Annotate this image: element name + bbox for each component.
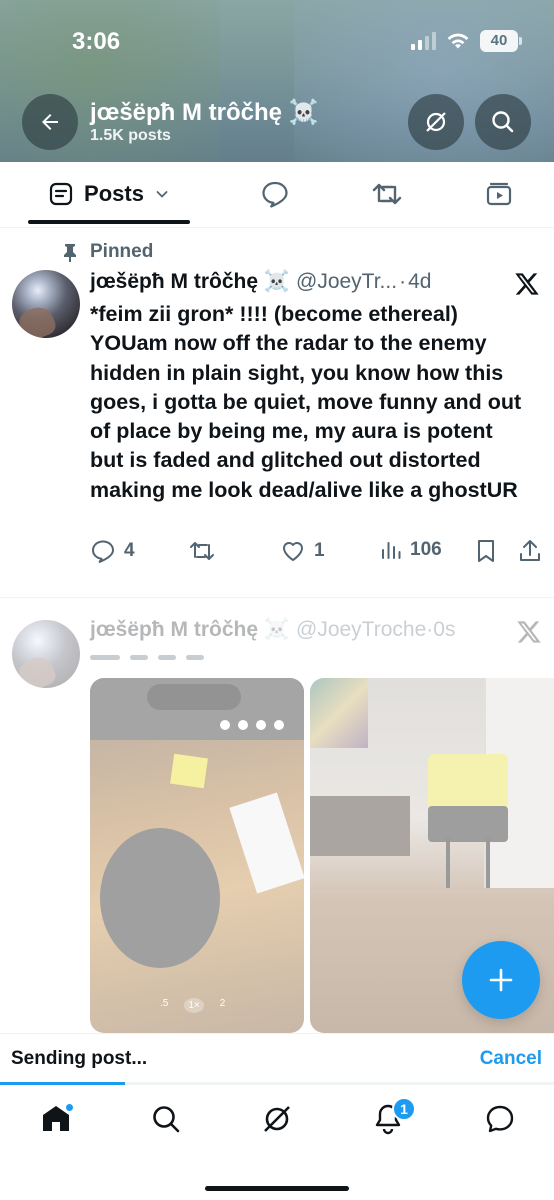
bookmark-icon [478,540,494,562]
reply-button[interactable]: 4 [90,538,135,564]
author-name[interactable]: jœšëpħ M trôčhę ☠️ [90,270,290,294]
notification-badge: 1 [392,1097,416,1121]
repost-icon [190,542,214,560]
posts-icon [49,182,73,206]
author-name: jœšëpħ M trôčhę ☠️ [90,618,290,641]
repost-button[interactable] [188,538,224,564]
post-time: 4d [408,270,432,293]
sending-post-bar: Sending post... Cancel [0,1033,554,1085]
profile-tabs: Posts [0,162,554,228]
profile-header: 3:06 40 jœšëpħ M trôčhę ☠️ 1.5K posts [0,0,554,162]
repost-icon [372,183,402,205]
sending-status: Sending post... [11,1048,148,1069]
author-handle: @JoeyTr... [296,270,398,293]
x-logo-icon [517,621,541,643]
grok-icon [426,112,446,132]
wifi-icon [447,33,469,49]
tab-posts[interactable]: Posts [28,162,190,226]
views-icon [382,542,401,559]
nav-home[interactable] [36,1099,76,1139]
battery-indicator: 40 [480,30,522,52]
post-text: *feim zii gron* !!!! (become ethereal) Y… [90,302,522,502]
tab-media[interactable] [474,162,524,226]
pinned-text: Pinned [90,241,154,262]
unread-dot [65,1103,74,1112]
separator-dot: · [399,270,407,293]
post-actions: 4 1 106 [90,538,542,572]
avatar[interactable] [12,270,80,338]
home-indicator [205,1186,349,1191]
separator-dot: · [426,618,434,641]
view-count: 106 [410,539,442,560]
bottom-navigation: 1 [0,1085,554,1200]
grok-icon [264,1106,290,1132]
arrow-left-icon [42,114,58,130]
grok-button[interactable] [408,94,464,150]
profile-name: jœšëpħ M trôčhę ☠️ [90,99,319,126]
camera-zoom-options: .5 1× 2 [160,998,226,1013]
post-time: 0s [433,618,456,641]
post-header: jœšëpħ M trôčhę ☠️ @JoeyTr... · 4d [90,270,540,294]
compose-button[interactable] [462,941,540,1019]
message-icon [486,1105,514,1133]
signal-icon [411,32,436,50]
chevron-down-icon [156,191,168,198]
video-icon [486,182,512,206]
cancel-button[interactable]: Cancel [480,1048,542,1070]
share-button[interactable] [518,538,542,564]
like-count: 1 [314,540,325,561]
avatar [12,620,80,688]
search-icon [153,1106,180,1133]
tab-posts-label: Posts [84,181,144,206]
active-tab-indicator [28,220,190,224]
nav-messages[interactable] [480,1099,520,1139]
nav-search[interactable] [146,1099,186,1139]
plus-icon [489,968,513,992]
status-icons: 40 [411,30,522,52]
x-logo-icon[interactable] [514,271,540,297]
heart-icon [283,542,303,561]
search-button[interactable] [475,94,531,150]
reply-icon [262,181,288,208]
like-button[interactable]: 1 [280,538,325,564]
nav-notifications[interactable]: 1 [368,1097,416,1139]
media-image-camera: .5 1× 2 [90,678,304,1033]
author-handle: @JoeyTroche [296,618,427,641]
tab-replies[interactable] [250,162,300,226]
post-count: 1.5K posts [90,127,171,144]
reply-icon [92,540,114,563]
search-icon [492,111,514,133]
reply-count: 4 [124,540,135,561]
sending-post-header: jœšëpħ M trôčhę ☠️ @JoeyTroche · 0s [90,618,510,642]
loading-placeholder [90,655,204,660]
share-icon [520,540,540,561]
pinned-label: Pinned [62,241,153,263]
post-divider [0,597,554,598]
nav-grok[interactable] [257,1099,297,1139]
pin-icon [64,244,76,262]
bookmark-button[interactable] [474,538,498,564]
tab-reposts[interactable] [362,162,412,226]
back-button[interactable] [22,94,78,150]
views-button[interactable]: 106 [380,538,442,562]
status-time: 3:06 [72,28,121,55]
